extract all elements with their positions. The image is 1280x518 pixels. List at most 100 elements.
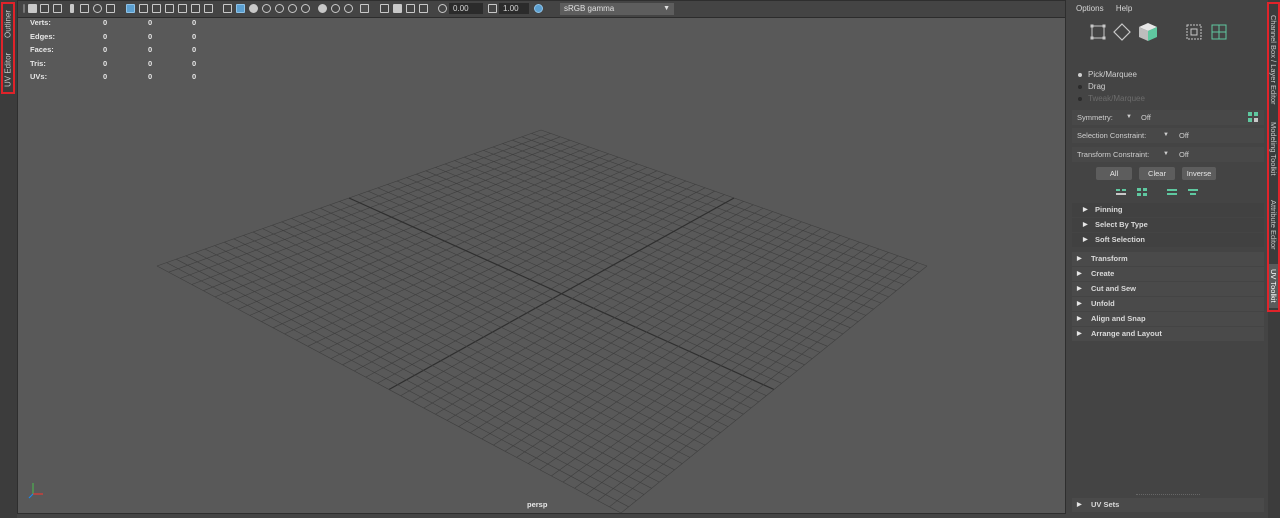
field-chart-icon[interactable] <box>178 4 187 13</box>
tab-outliner[interactable]: Outliner <box>3 4 13 44</box>
default-material-icon[interactable] <box>249 4 258 13</box>
bookmark-icon[interactable] <box>70 4 74 13</box>
tab-channel-box-layer-editor[interactable]: Channel Box / Layer Editor <box>1269 8 1278 112</box>
shrink-selection-icon[interactable] <box>1187 187 1199 197</box>
exposure-field[interactable]: 0.00 <box>449 3 483 14</box>
motion-blur-icon[interactable] <box>318 4 327 13</box>
face-mode-icon[interactable] <box>1138 22 1158 42</box>
wireframe-icon[interactable] <box>223 4 232 13</box>
section-align-and-snap[interactable]: ▶ Align and Snap <box>1072 312 1264 326</box>
section-transform[interactable]: ▶ Transform <box>1072 252 1264 266</box>
xray-joints-icon[interactable] <box>406 4 415 13</box>
section-title: Arrange and Layout <box>1091 329 1162 338</box>
gamma-icon[interactable] <box>488 4 497 13</box>
chevron-down-icon[interactable]: ▼ <box>1163 147 1169 162</box>
hud-value: 0 <box>192 18 197 27</box>
safe-title-icon[interactable] <box>204 4 213 13</box>
color-management-icon[interactable] <box>534 4 543 13</box>
menu-options[interactable]: Options <box>1076 4 1104 13</box>
tab-attribute-editor[interactable]: Attribute Editor <box>1269 192 1278 258</box>
two-d-pan-icon[interactable] <box>93 4 102 13</box>
viewport-panel[interactable]: 0.00 1.00 sRGB gamma ▼ Verts: 0 0 0 Edges: 0 0… <box>17 0 1066 514</box>
textured-icon[interactable] <box>262 4 271 13</box>
xray-active-icon[interactable] <box>393 4 402 13</box>
section-uv-sets[interactable]: ▶ UV Sets <box>1072 498 1264 512</box>
image-plane-icon[interactable] <box>80 4 89 13</box>
select-all-button[interactable]: All <box>1096 167 1132 180</box>
section-title: Cut and Sew <box>1091 284 1137 293</box>
section-title: Transform <box>1091 254 1128 263</box>
tab-uv-toolkit[interactable]: UV Toolkit <box>1269 264 1278 308</box>
smooth-shade-icon[interactable] <box>236 4 245 13</box>
section-title: Create <box>1091 269 1115 278</box>
inverse-selection-button[interactable]: Inverse <box>1182 167 1216 180</box>
resolution-gate-icon[interactable] <box>152 4 161 13</box>
gate-mask-icon[interactable] <box>165 4 174 13</box>
select-shell-border-icon[interactable] <box>1115 187 1127 197</box>
radio-label: Tweak/Marquee <box>1088 94 1145 103</box>
edge-mode-icon[interactable] <box>1113 23 1131 41</box>
gamma-field[interactable]: 1.00 <box>499 3 529 14</box>
camera-name-label: persp <box>527 500 548 509</box>
chevron-down-icon[interactable]: ▼ <box>1126 110 1132 125</box>
isolate-select-icon[interactable] <box>360 4 369 13</box>
section-unfold[interactable]: ▶ Unfold <box>1072 297 1264 311</box>
grease-pencil-icon[interactable] <box>106 4 115 13</box>
section-soft-selection[interactable]: ▶ Soft Selection <box>1072 233 1264 247</box>
chevron-down-icon: ▼ <box>663 5 670 12</box>
perspective-grid <box>156 129 928 513</box>
clear-selection-button[interactable]: Clear <box>1139 167 1175 180</box>
exposure-icon[interactable] <box>438 4 447 13</box>
hud-label: Edges: <box>30 31 56 41</box>
shadows-icon[interactable] <box>288 4 297 13</box>
uv-mode-icon[interactable] <box>1211 24 1227 40</box>
symmetry-row: Symmetry: ▼ Off <box>1072 110 1264 125</box>
multisample-aa-icon[interactable] <box>331 4 340 13</box>
vertex-mode-icon[interactable] <box>1090 24 1106 40</box>
section-arrange-and-layout[interactable]: ▶ Arrange and Layout <box>1072 327 1264 341</box>
section-select-by-type[interactable]: ▶ Select By Type <box>1072 218 1264 232</box>
depth-of-field-icon[interactable] <box>344 4 353 13</box>
camera-attributes-icon[interactable] <box>53 4 62 13</box>
radio-label: Pick/Marquee <box>1088 70 1137 79</box>
xray-icon[interactable] <box>380 4 389 13</box>
section-title: Soft Selection <box>1095 235 1146 244</box>
backface-culling-icon[interactable] <box>419 4 428 13</box>
transform-constraint-row: Transform Constraint: ▼ Off <box>1072 147 1264 162</box>
section-create[interactable]: ▶ Create <box>1072 267 1264 281</box>
uv-shell-mode-icon[interactable] <box>1186 24 1202 40</box>
section-title: Align and Snap <box>1091 314 1146 323</box>
radio-pick-marquee[interactable]: Pick/Marquee <box>1078 70 1137 79</box>
resize-handle[interactable] <box>1136 494 1200 496</box>
screen-space-ao-icon[interactable] <box>301 4 310 13</box>
hud-value: 0 <box>148 58 153 68</box>
viewport-toolbar: 0.00 1.00 sRGB gamma ▼ <box>18 1 1065 18</box>
triangle-right-icon: ▶ <box>1077 301 1082 307</box>
grow-selection-icon[interactable] <box>1166 187 1178 197</box>
film-gate-icon[interactable] <box>139 4 148 13</box>
tab-modeling-toolkit[interactable]: Modeling Toolkit <box>1269 116 1278 182</box>
section-pinning[interactable]: ▶ Pinning <box>1072 203 1264 217</box>
triangle-right-icon: ▶ <box>1083 237 1088 243</box>
lights-icon[interactable] <box>275 4 284 13</box>
symmetry-settings-icon[interactable] <box>1248 112 1258 122</box>
color-space-dropdown[interactable]: sRGB gamma ▼ <box>560 3 674 15</box>
safe-action-icon[interactable] <box>191 4 200 13</box>
selection-constraint-value[interactable]: Off <box>1179 128 1189 143</box>
section-cut-and-sew[interactable]: ▶ Cut and Sew <box>1072 282 1264 296</box>
hud-value: 0 <box>103 18 108 27</box>
triangle-right-icon: ▶ <box>1077 331 1082 337</box>
chevron-down-icon[interactable]: ▼ <box>1163 128 1169 143</box>
camera-lock-icon[interactable] <box>40 4 49 13</box>
menu-help[interactable]: Help <box>1116 4 1132 13</box>
symmetry-value[interactable]: Off <box>1141 110 1151 125</box>
hud-value: 0 <box>148 72 153 81</box>
camera-select-icon[interactable] <box>28 4 37 13</box>
hud-value: 0 <box>192 31 197 41</box>
select-shell-icon[interactable] <box>1136 187 1148 197</box>
grid-toggle-icon[interactable] <box>126 4 135 13</box>
radio-on-icon <box>1078 72 1082 77</box>
radio-drag[interactable]: Drag <box>1078 82 1105 91</box>
transform-constraint-value[interactable]: Off <box>1179 147 1189 162</box>
tab-uv-editor[interactable]: UV Editor <box>3 48 13 92</box>
